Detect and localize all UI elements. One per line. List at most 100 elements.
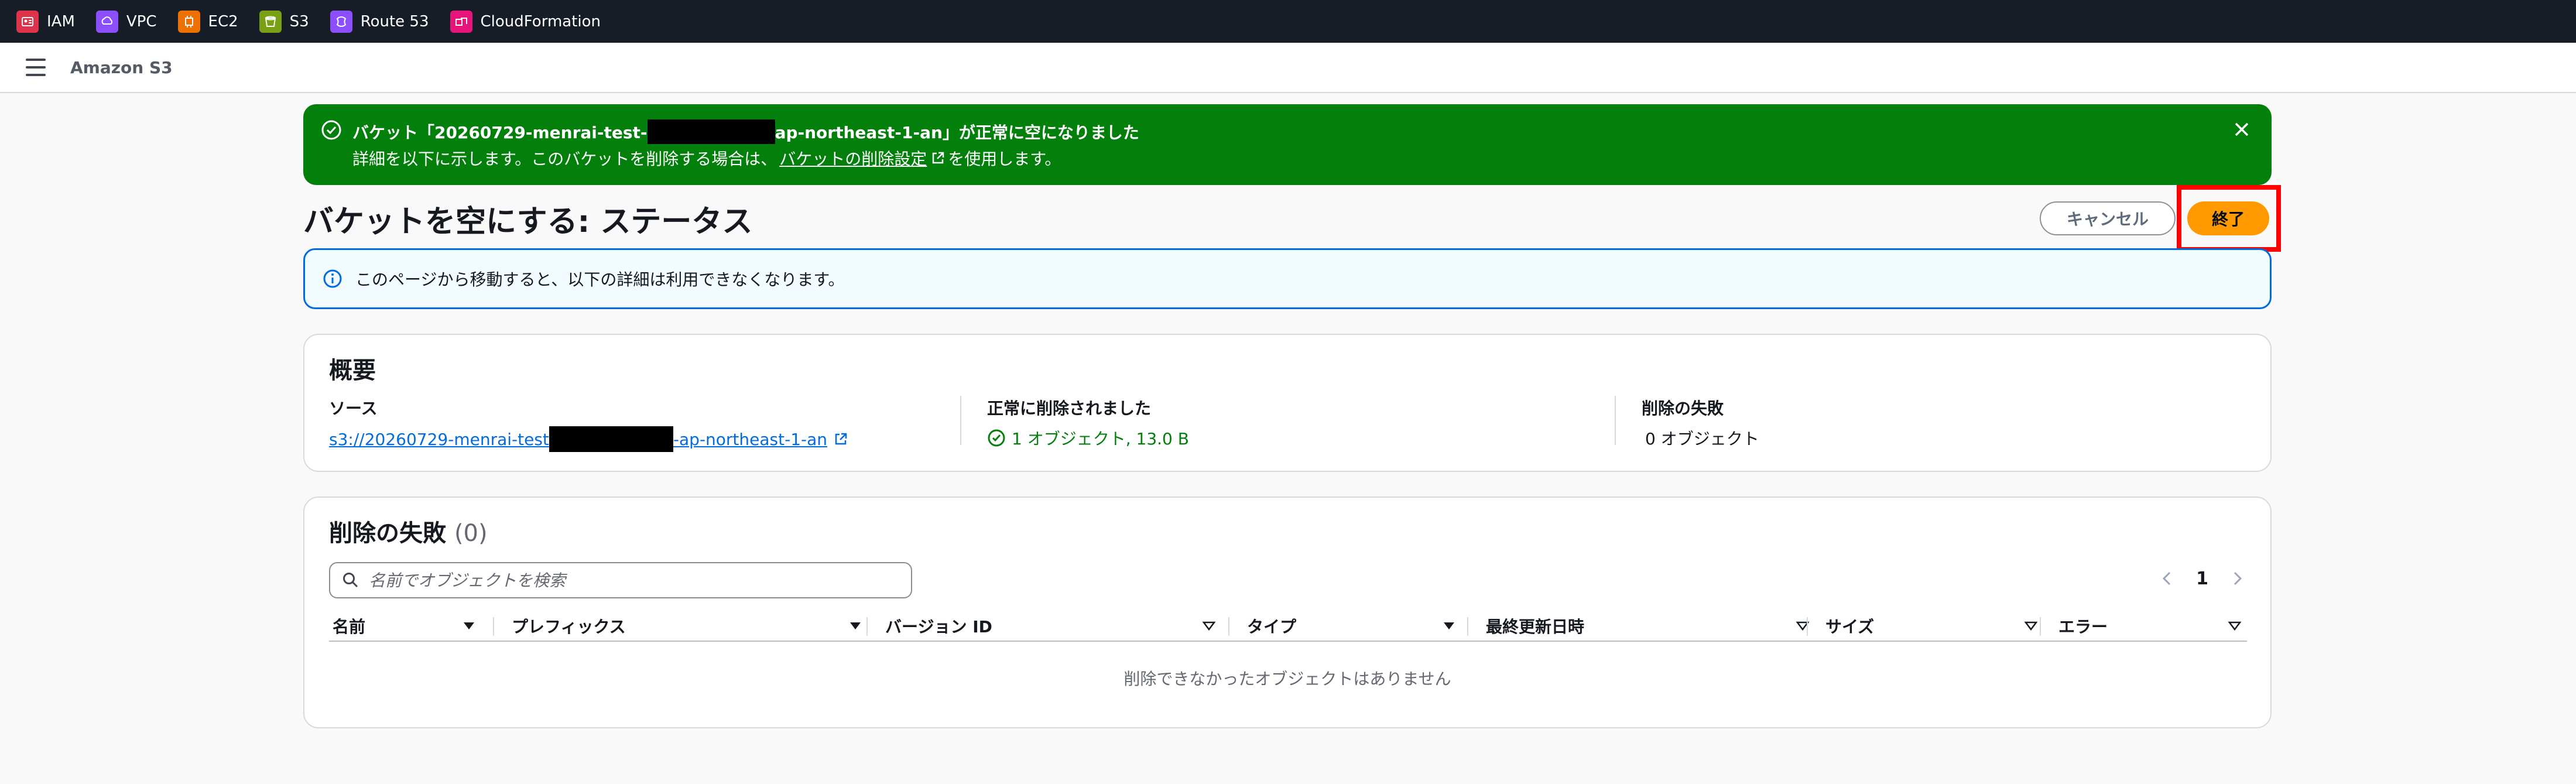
search-icon [343, 573, 358, 588]
success-check-icon [988, 429, 1005, 447]
source-value: s3://20260729-menrai-test -ap-northeast-… [329, 426, 848, 452]
source-suffix: -ap-northeast-1-an [673, 429, 828, 449]
sort-icon [1202, 621, 1216, 631]
flash-title-suffix: ap-northeast-1-an」が正常に空になりました [775, 123, 1139, 142]
page-title: バケットを空にする: ステータス [303, 204, 753, 239]
column-separator [1807, 617, 1808, 636]
service-label: S3 [289, 12, 309, 30]
summary-card: 概要 ソース s3://20260729-menrai-test -ap-nor… [303, 334, 2272, 472]
menu-icon[interactable] [26, 59, 46, 76]
bucket-delete-link[interactable]: バケットの削除設定 [779, 146, 946, 170]
external-link-icon [932, 152, 944, 164]
service-label: EC2 [208, 12, 238, 30]
info-alert: このページから移動すると、以下の詳細は利用できなくなります。 [303, 248, 2272, 309]
info-text: このページから移動すると、以下の詳細は利用できなくなります。 [355, 270, 845, 289]
close-icon[interactable] [2232, 119, 2252, 139]
empty-table-message: 削除できなかったオブジェクトはありません [1123, 669, 1451, 689]
column-header-label: プレフィックス [512, 617, 626, 636]
column-separator [2040, 617, 2041, 636]
column-separator [866, 617, 868, 636]
chevron-left-icon[interactable] [2159, 568, 2175, 589]
service-cloudformation[interactable]: CloudFormation [450, 10, 601, 33]
console-header: Amazon S3 [0, 43, 2576, 93]
sort-icon [2228, 621, 2242, 631]
success-count: 1 オブジェクト, 13.0 B [1012, 429, 1189, 449]
success-check-icon [321, 120, 341, 140]
failures-count: (0) [454, 520, 488, 547]
column-header-version-id[interactable]: バージョン ID [882, 612, 1221, 639]
column-header-prefix[interactable]: プレフィックス [508, 612, 861, 639]
column-separator [1228, 617, 1229, 636]
s3-icon [259, 10, 282, 33]
finish-button[interactable]: 終了 [2187, 201, 2269, 235]
page-number[interactable]: 1 [2196, 569, 2208, 589]
external-link-icon [835, 433, 847, 445]
success-column: 正常に削除されました 1 オブジェクト, 13.0 B [987, 396, 1189, 450]
failed-column: 削除の失敗 0 オブジェクト [1642, 396, 1759, 450]
column-header-last-modified[interactable]: 最終更新日時 [1482, 612, 1816, 639]
failures-title-text: 削除の失敗 [329, 520, 446, 547]
search-box [329, 562, 912, 598]
sort-down-icon [1444, 622, 1454, 629]
flash-detail-prefix: 詳細を以下に示します。このバケットを削除する場合は、 [352, 149, 777, 169]
failures-card: 削除の失敗 (0) 1 名前 プレフィックス バージョン ID [303, 497, 2272, 728]
column-header-label: サイズ [1825, 617, 1875, 636]
flash-title: バケット「20260729-menrai-test- ap-northeast-… [352, 119, 1139, 144]
column-header-label: タイプ [1247, 617, 1297, 636]
column-separator [493, 617, 494, 636]
source-column: ソース s3://20260729-menrai-test -ap-northe… [329, 396, 848, 452]
iam-icon [16, 10, 39, 33]
source-link[interactable]: s3://20260729-menrai-test -ap-northeast-… [329, 426, 848, 452]
column-divider [960, 396, 961, 445]
sort-down-icon [464, 622, 474, 629]
flash-detail: 詳細を以下に示します。このバケットを削除する場合は、 バケットの削除設定 を使用… [352, 146, 1061, 170]
service-shortcut-bar: IAM VPC EC2 S3 Route 53 CloudFormation [0, 0, 2576, 43]
redacted-block [549, 426, 673, 452]
info-icon [323, 269, 342, 288]
sort-icon [1796, 621, 1810, 631]
column-header-label: バージョン ID [885, 617, 992, 636]
column-divider [1615, 396, 1616, 445]
flash-title-prefix: バケット「20260729-menrai-test- [352, 123, 648, 142]
failures-title: 削除の失敗 (0) [329, 514, 488, 548]
column-header-size[interactable]: サイズ [1822, 612, 2044, 639]
column-header-type[interactable]: タイプ [1244, 612, 1460, 639]
cancel-button[interactable]: キャンセル [2040, 201, 2176, 235]
redacted-block [647, 119, 775, 144]
success-value: 1 オブジェクト, 13.0 B [987, 426, 1189, 450]
service-label: Route 53 [360, 12, 429, 30]
summary-title: 概要 [329, 357, 376, 384]
table-header: 名前 プレフィックス バージョン ID タイプ 最終更新日時 サイズ エラー [329, 612, 2247, 642]
column-header-label: 名前 [333, 617, 366, 636]
vpc-icon [95, 10, 118, 33]
failed-value: 0 オブジェクト [1645, 429, 1759, 449]
flash-detail-suffix: を使用します。 [948, 149, 1061, 169]
column-header-error[interactable]: エラー [2055, 612, 2247, 639]
service-label: VPC [126, 12, 157, 30]
service-iam[interactable]: IAM [16, 10, 75, 33]
console-title[interactable]: Amazon S3 [70, 58, 173, 77]
bucket-delete-link-label: バケットの削除設定 [779, 149, 927, 169]
service-route53[interactable]: Route 53 [330, 10, 429, 33]
sort-icon [2024, 621, 2038, 631]
service-label: CloudFormation [480, 12, 601, 30]
service-s3[interactable]: S3 [259, 10, 309, 33]
failed-label: 削除の失敗 [1642, 399, 1724, 418]
column-header-label: 最終更新日時 [1486, 617, 1585, 636]
search-input[interactable] [368, 565, 897, 595]
pagination: 1 [2159, 568, 2246, 589]
ec2-icon [177, 10, 200, 33]
chevron-right-icon[interactable] [2229, 568, 2246, 589]
sort-down-icon [850, 622, 861, 629]
service-ec2[interactable]: EC2 [177, 10, 238, 33]
column-header-label: エラー [2058, 617, 2108, 636]
column-header-name[interactable]: 名前 [329, 612, 487, 639]
success-label: 正常に削除されました [987, 399, 1152, 418]
service-vpc[interactable]: VPC [95, 10, 157, 33]
column-separator [1467, 617, 1468, 636]
success-flashbar: バケット「20260729-menrai-test- ap-northeast-… [303, 104, 2272, 185]
cloudformation-icon [450, 10, 472, 33]
service-label: IAM [47, 12, 75, 30]
route53-icon [330, 10, 352, 33]
source-prefix: s3://20260729-menrai-test [329, 429, 549, 449]
